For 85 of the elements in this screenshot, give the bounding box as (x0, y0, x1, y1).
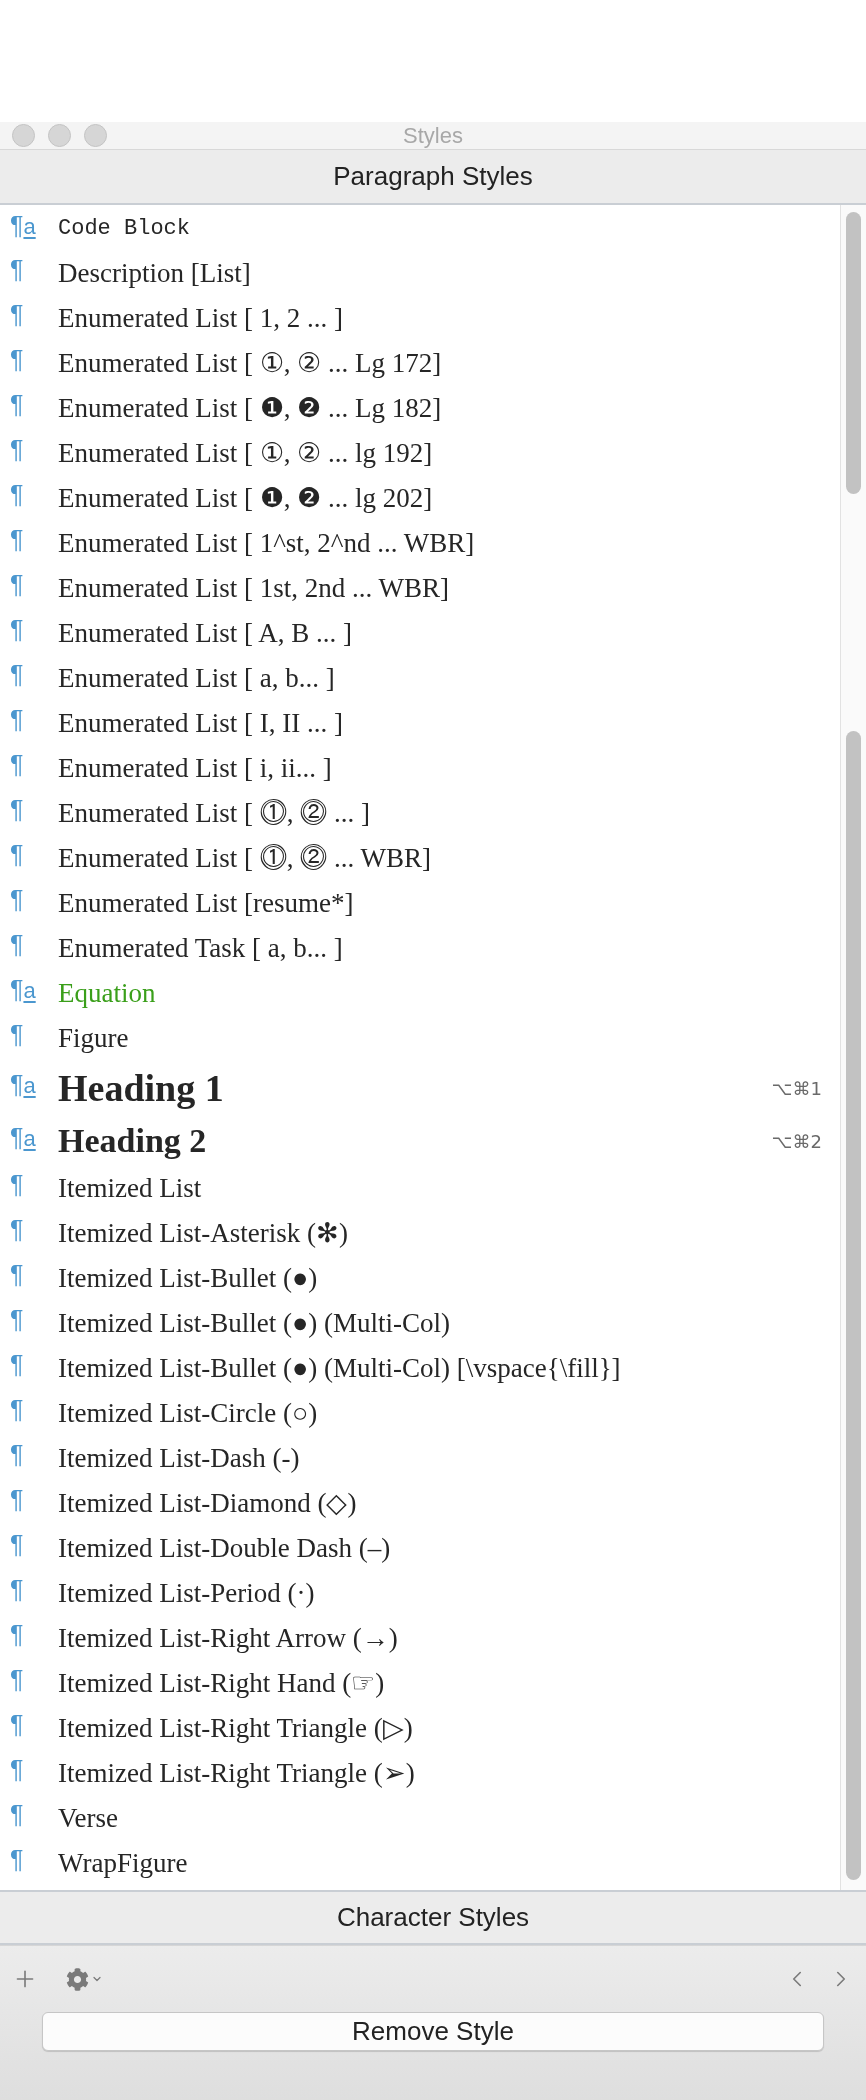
style-name[interactable]: Enumerated List [ 1^st, 2^nd ... WBR] (58, 526, 475, 561)
pilcrow-marker: ¶ (10, 1217, 25, 1242)
style-name[interactable]: Enumerated List [resume*] (58, 886, 354, 921)
pilcrow-marker: ¶ (10, 662, 25, 687)
pilcrow-marker: ¶ (10, 1262, 25, 1287)
style-name[interactable]: Itemized List (58, 1171, 202, 1206)
pilcrow-marker: ¶ (10, 1577, 25, 1602)
pilcrow-marker: ¶ (10, 1712, 25, 1737)
style-name[interactable]: Itemized List-Right Hand (☞) (58, 1666, 385, 1701)
pilcrow-marker: ¶ (10, 887, 25, 912)
style-name[interactable]: Enumerated List [ A, B ... ] (58, 616, 352, 651)
style-name[interactable]: Enumerated List [ ①, ② ... Lg 172] (58, 346, 442, 381)
pilcrow-marker: ¶ (10, 1442, 25, 1467)
style-name[interactable]: Enumerated List [ 1st, 2nd ... WBR] (58, 571, 449, 606)
pilcrow-marker: ¶ (10, 1307, 25, 1332)
keyboard-shortcut: ⌥⌘2 (771, 1129, 822, 1154)
style-name[interactable]: Description [List] (58, 256, 251, 291)
style-name[interactable]: Enumerated List [ ⓵, ⓶ ... ] (58, 796, 370, 831)
pilcrow-marker: ¶ (10, 527, 25, 552)
style-name[interactable]: Enumerated Task [ a, b... ] (58, 931, 343, 966)
remove-style-button[interactable]: Remove Style (42, 2012, 824, 2051)
pilcrow-marker: ¶ (10, 392, 25, 417)
style-name[interactable]: Itemized List-Dash (-) (58, 1441, 300, 1476)
style-name[interactable]: Heading 2 (58, 1119, 207, 1163)
style-name[interactable]: Enumerated List [ ❶, ❷ ... lg 202] (58, 481, 433, 516)
style-name[interactable]: Code Block (58, 215, 191, 243)
style-name[interactable]: Enumerated List [ ⓵, ⓶ ... WBR] (58, 841, 431, 876)
style-name[interactable]: Itemized List-Right Triangle (▷) (58, 1711, 413, 1746)
pilcrow-marker: ¶ (10, 572, 25, 597)
pilcrow-marker: ¶ (10, 707, 25, 732)
gear-icon (66, 1967, 89, 1991)
style-name[interactable]: Figure (58, 1021, 129, 1056)
pilcrow-marker: ¶a (10, 212, 37, 238)
pilcrow-marker: ¶ (10, 1397, 25, 1422)
pilcrow-marker: ¶a (10, 977, 37, 1002)
style-name[interactable]: Itemized List-Bullet (●) (Multi-Col) (58, 1306, 450, 1341)
window-control-button[interactable] (12, 124, 35, 147)
pilcrow-marker: ¶ (10, 1532, 25, 1557)
style-name[interactable]: Itemized List-Double Dash (–) (58, 1531, 391, 1566)
window-control-button[interactable] (84, 124, 107, 147)
pilcrow-marker: ¶a (10, 1072, 37, 1097)
style-name[interactable]: Itemized List-Bullet (●) (Multi-Col) [\vspace{\fill}] (58, 1351, 621, 1386)
pilcrow-marker: ¶ (10, 842, 25, 867)
pilcrow-marker: ¶ (10, 1802, 25, 1827)
style-name[interactable]: Heading 1 (58, 1064, 224, 1113)
pilcrow-marker: ¶ (10, 302, 25, 327)
style-name[interactable]: Itemized List-Right Arrow (→) (58, 1621, 398, 1656)
style-name[interactable]: Itemized List-Period (·) (58, 1576, 315, 1611)
style-name[interactable]: Itemized List-Asterisk (✻) (58, 1216, 348, 1251)
pilcrow-marker: ¶ (10, 1022, 25, 1047)
pilcrow-marker: ¶ (10, 1667, 25, 1692)
pilcrow-marker: ¶ (10, 1352, 25, 1377)
style-name[interactable]: Enumerated List [ ①, ② ... lg 192] (58, 436, 433, 471)
style-name[interactable]: Itemized List-Right Triangle (➢) (58, 1756, 415, 1791)
scrollbar-thumb[interactable] (846, 212, 861, 494)
section-header[interactable]: Character Styles (0, 1890, 866, 1945)
style-name[interactable]: Itemized List-Bullet (●) (58, 1261, 318, 1296)
pilcrow-marker: ¶ (10, 752, 25, 777)
pilcrow-marker: ¶ (10, 347, 25, 372)
pilcrow-marker: ¶ (10, 1622, 25, 1647)
style-name[interactable]: Verse (58, 1801, 118, 1836)
window-title: Styles (403, 124, 463, 147)
keyboard-shortcut: ⌥⌘1 (771, 1077, 822, 1101)
pilcrow-marker: ¶ (10, 932, 25, 957)
pilcrow-marker: ¶ (10, 1487, 25, 1512)
style-name[interactable]: Enumerated List [ 1, 2 ... ] (58, 301, 343, 336)
pilcrow-marker: ¶ (10, 1847, 25, 1872)
pilcrow-marker: ¶ (10, 1757, 25, 1782)
pilcrow-marker: ¶ (10, 437, 25, 462)
pilcrow-marker: ¶ (10, 1172, 25, 1197)
window-control-button[interactable] (48, 124, 71, 147)
style-name[interactable]: Itemized List-Diamond (◇) (58, 1486, 357, 1521)
pilcrow-marker: ¶a (10, 1124, 37, 1150)
pilcrow-marker: ¶ (10, 257, 25, 282)
style-name[interactable]: WrapFigure (58, 1846, 188, 1881)
pilcrow-marker: ¶ (10, 797, 25, 822)
style-name[interactable]: Itemized List-Circle (○) (58, 1396, 318, 1431)
section-header[interactable]: Paragraph Styles (0, 150, 866, 205)
style-name[interactable]: Enumerated List [ I, II ... ] (58, 706, 343, 741)
pilcrow-marker: ¶ (10, 617, 25, 642)
scrollbar-thumb[interactable] (846, 731, 861, 1880)
style-name[interactable]: Enumerated List [ i, ii... ] (58, 751, 332, 786)
style-name[interactable]: Enumerated List [ a, b... ] (58, 661, 335, 696)
style-name[interactable]: Enumerated List [ ❶, ❷ ... Lg 182] (58, 391, 442, 426)
pilcrow-marker: ¶ (10, 482, 25, 507)
